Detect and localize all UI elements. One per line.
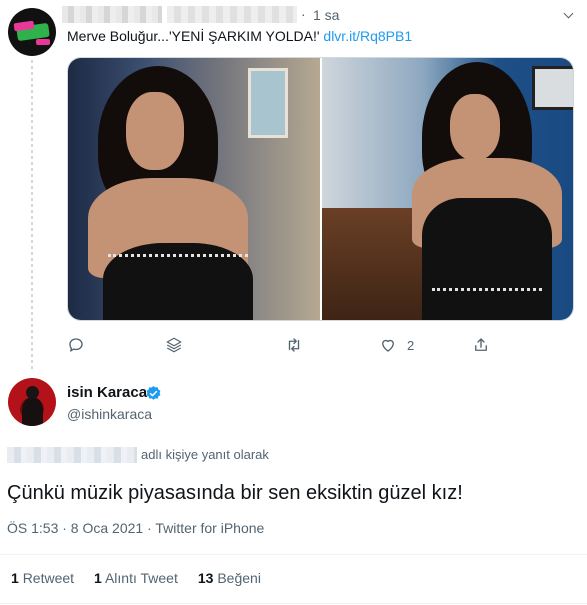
photo-face-right <box>449 94 500 160</box>
retweet-action[interactable] <box>285 336 303 354</box>
stack-action[interactable] <box>165 336 183 354</box>
like-count: 2 <box>407 337 415 353</box>
blurred-author-handle <box>167 6 297 23</box>
author-name[interactable]: isin Karaca <box>67 384 147 401</box>
media-photo-left[interactable] <box>68 58 320 320</box>
quotes-stat[interactable]: 1 Alıntı Tweet <box>94 570 178 586</box>
reply-icon[interactable] <box>67 336 85 354</box>
blurred-reply-target <box>7 447 137 463</box>
main-tweet-text: Çünkü müzik piyasasında bir sen eksiktin… <box>7 482 463 504</box>
thread-line <box>31 60 33 370</box>
photo-dress-right <box>421 198 552 320</box>
main-avatar[interactable] <box>8 378 56 426</box>
separator-dot: · <box>301 6 306 22</box>
blurred-author-name <box>62 6 162 23</box>
divider-bottom <box>0 603 587 604</box>
retweets-stat[interactable]: 1 Retweet <box>11 570 74 586</box>
photo-face <box>126 92 184 170</box>
author-handle[interactable]: @ishinkaraca <box>67 406 152 422</box>
heart-icon[interactable] <box>379 336 397 354</box>
parent-avatar[interactable] <box>8 8 56 56</box>
quotes-label: Alıntı Tweet <box>104 570 178 586</box>
parent-timestamp[interactable]: 1 sa <box>313 7 339 23</box>
reply-action[interactable] <box>67 336 85 354</box>
like-action[interactable]: 2 <box>379 336 414 354</box>
reply-context-label: adlı kişiye yanıt olarak <box>141 447 269 462</box>
parent-tweet-text: Merve Boluğur...'YENİ ŞARKIM YOLDA!' dlv… <box>67 28 412 44</box>
tweet-meta[interactable]: ÖS 1:53 · 8 Oca 2021 · Twitter for iPhon… <box>7 520 264 536</box>
photo-beads <box>108 254 248 258</box>
share-action[interactable] <box>472 336 490 354</box>
avatar-figure-body <box>22 398 43 426</box>
tweet-stats: 1 Retweet 1 Alıntı Tweet 13 Beğeni <box>11 570 261 586</box>
retweets-label: Retweet <box>22 570 75 586</box>
more-chevron-icon[interactable] <box>564 10 574 20</box>
photo-beads-right <box>431 288 542 292</box>
share-icon[interactable] <box>472 336 490 354</box>
likes-count: 13 <box>197 570 214 586</box>
likes-stat[interactable]: 13 Beğeni <box>198 570 261 586</box>
divider-top <box>0 554 587 555</box>
verified-badge-icon <box>145 385 162 402</box>
parent-tweet-link[interactable]: dlvr.it/Rq8PB1 <box>323 28 412 44</box>
likes-label: Beğeni <box>217 570 261 586</box>
stack-icon[interactable] <box>165 336 183 354</box>
avatar-logo-sub <box>36 39 50 45</box>
retweets-count: 1 <box>11 570 19 586</box>
parent-action-bar: 2 <box>67 336 507 356</box>
photo-door-frame <box>248 68 288 138</box>
tweet-media[interactable] <box>67 57 574 321</box>
quotes-count: 1 <box>94 570 102 586</box>
media-photo-right[interactable] <box>321 58 573 320</box>
parent-text-body: Merve Boluğur...'YENİ ŞARKIM YOLDA!' <box>67 28 320 44</box>
parent-tweet[interactable]: · 1 sa Merve Boluğur...'YENİ ŞARKIM YOLD… <box>0 0 587 370</box>
photo-wall-frame <box>531 66 573 110</box>
retweet-icon[interactable] <box>285 336 303 354</box>
